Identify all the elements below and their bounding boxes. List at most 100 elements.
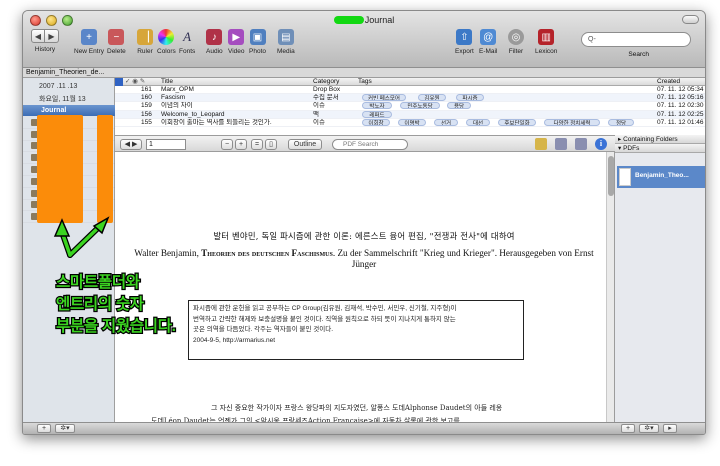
table-row[interactable]: 155 이회창이 출마는 역사를 퇴들리는 것인가. 이슈 이회창 이명박 선거… [115, 118, 705, 127]
table-row[interactable]: 160 Fascism 수집 문서 커빈 페스모어 김유원 파시즘 07. 11… [115, 94, 705, 103]
tag[interactable]: 커빈 페스모어 [362, 94, 406, 102]
sidebar-date[interactable]: 2007 .11 .13 [39, 83, 77, 90]
new-entry-icon: + [80, 29, 97, 45]
containing-folders-header[interactable]: ▸ Containing Folders [615, 135, 705, 144]
history-button[interactable]: ◀ ▶ History [31, 29, 59, 65]
export-icon: ⇧ [456, 29, 473, 45]
toolbar-toggle-button[interactable] [682, 15, 699, 24]
tag[interactable]: 용당 [447, 102, 471, 110]
pdf-search-input[interactable]: PDF Search [332, 139, 408, 150]
table-row[interactable]: 156 Welcome_to_Leopard 맥 레퍼드 07. 11. 12 … [115, 110, 705, 119]
sidebar: 2007 .11 .13 화요일, 11월 13 Journal [23, 78, 115, 424]
col-category[interactable]: Category [313, 78, 339, 86]
document-toolbar: ◀ ▶ 1 − + = ▯ Outline PDF Search i [115, 135, 615, 152]
annotate-icon[interactable] [535, 138, 547, 150]
search-label: Search [628, 51, 649, 58]
tag[interactable]: 정당 [608, 118, 634, 126]
export-button[interactable]: ⇧ Export [455, 29, 474, 65]
actual-size-button[interactable]: = [251, 139, 263, 150]
tag[interactable]: 민주노동당 [400, 102, 440, 110]
tag[interactable]: 박노자 [362, 102, 392, 110]
zoom-in-button[interactable]: + [235, 139, 247, 150]
redaction-block-folders [37, 115, 83, 223]
info-icon[interactable]: i [595, 138, 607, 150]
colors-button[interactable]: Colors [157, 29, 176, 65]
window-title: Journal [23, 15, 705, 25]
tag[interactable]: 대선 [466, 118, 490, 126]
col-tags[interactable]: Tags [358, 78, 372, 86]
page-nav-buttons[interactable]: ◀ ▶ [120, 139, 142, 150]
inspector-action-menu[interactable]: ✲▾ [639, 424, 659, 433]
tag[interactable]: 레퍼드 [362, 110, 392, 118]
color-wheel-icon [158, 29, 175, 45]
forward-arrow-icon[interactable]: ▶ [45, 29, 59, 43]
search-input[interactable]: Q- [581, 32, 691, 47]
document-scrollbar[interactable] [606, 152, 614, 424]
sidebar-action-menu[interactable]: ✲▾ [55, 424, 75, 433]
document-heading-german: Walter Benjamin, Theorien des deutschen … [134, 248, 594, 269]
redaction-block-counts [97, 115, 113, 223]
tag[interactable]: 이명박 [398, 118, 426, 126]
document-heading-korean: 발터 벤야민, 독일 파시즘에 관한 이론: 에른스트 융어 편집, "전쟁과 … [213, 231, 515, 241]
back-arrow-icon[interactable]: ◀ [31, 29, 45, 43]
delete-button[interactable]: − Delete [107, 29, 126, 65]
video-icon: ▶ [228, 29, 245, 45]
tag[interactable]: 파시즘 [456, 94, 484, 102]
history-arrows[interactable]: ◀ ▶ [31, 29, 59, 43]
split-view-icon[interactable] [575, 138, 587, 150]
tag[interactable]: 이회창 [362, 118, 390, 126]
document-body-text: 그 자신 중요한 작가이자 프랑스 왕당파의 지도자였던, 알퐁스 도데Alph… [151, 404, 503, 424]
ruler-icon: ▕ [137, 29, 153, 45]
toggle-inspector-button[interactable]: ▸ [663, 424, 677, 433]
journal-window: Journal ◀ ▶ History + New Entry − Delete … [22, 10, 706, 435]
filter-icon: ◎ [508, 29, 524, 45]
pdf-thumbnail-icon [619, 168, 631, 186]
pdf-list-item[interactable]: Benjamin_Theo... [617, 166, 705, 188]
zoom-out-button[interactable]: − [221, 139, 233, 150]
filter-button[interactable]: ◎ Filter [508, 29, 524, 65]
toolbar: Journal ◀ ▶ History + New Entry − Delete … [23, 11, 705, 68]
fonts-icon: A [183, 29, 192, 44]
add-attachment-button[interactable]: + [621, 424, 635, 433]
outline-button[interactable]: Outline [288, 139, 322, 150]
lexicon-icon: ▥ [538, 29, 555, 45]
email-icon: @ [480, 29, 497, 45]
tag[interactable]: 선거 [434, 118, 458, 126]
tag[interactable]: 다양한 정치세력 [544, 118, 600, 126]
col-created[interactable]: Created [657, 78, 680, 86]
annotation-text: 스마트폴더와 엔트리의 숫자 부분을 지웠습니다. [55, 273, 177, 337]
col-title[interactable]: Title [161, 78, 173, 86]
lexicon-button[interactable]: ▥ Lexicon [535, 29, 557, 65]
new-entry-button[interactable]: + New Entry [74, 29, 104, 65]
inspector-panel: ▸ Containing Folders ▾ PDFs Benjamin_The… [615, 135, 705, 424]
photo-button[interactable]: ▣ Photo [249, 29, 266, 65]
add-folder-button[interactable]: + [37, 424, 51, 433]
media-button[interactable]: ▤ Media [277, 29, 295, 65]
ruler-button[interactable]: ▕ Ruler [137, 29, 153, 65]
media-icon: ▤ [277, 29, 294, 45]
attachment-col-icon[interactable]: ✓ ◉ ✎ [125, 78, 145, 86]
table-header: ✓ ◉ ✎ Title Category Tags Created [115, 78, 705, 86]
attach-icon[interactable] [555, 138, 567, 150]
photo-icon: ▣ [249, 29, 266, 45]
table-row[interactable]: 159 이념의 차이 이슈 박노자 민주노동당 용당 07. 11. 12 02… [115, 102, 705, 111]
email-button[interactable]: @ E-Mail [479, 29, 497, 65]
video-button[interactable]: ▶ Video [228, 29, 245, 65]
audio-icon: ♪ [206, 29, 223, 45]
fonts-button[interactable]: A Fonts [179, 29, 195, 65]
table-row[interactable]: 161 Marx_OPM Drop Box 07. 11. 12 05:34 [115, 86, 705, 95]
pdfs-header[interactable]: ▾ PDFs [615, 144, 705, 153]
scroll-thumb[interactable] [608, 156, 614, 196]
sidebar-weekday: 화요일, 11월 13 [39, 96, 86, 103]
entry-table: ✓ ◉ ✎ Title Category Tags Created 161 Ma… [115, 78, 705, 135]
sort-indicator-icon[interactable] [115, 78, 123, 86]
path-bar: Benjamin_Theorien_de... [23, 68, 705, 78]
audio-button[interactable]: ♪ Audio [206, 29, 223, 65]
page-number-field[interactable]: 1 [146, 139, 186, 150]
tag[interactable]: 후보단일화 [498, 118, 536, 126]
pdf-document-view[interactable]: 발터 벤야민, 독일 파시즘에 관한 이론: 에른스트 융어 편집, "전쟁과 … [115, 152, 615, 424]
tag[interactable]: 김유원 [418, 94, 446, 102]
delete-icon: − [108, 29, 125, 45]
display-mode-button[interactable]: ▯ [265, 139, 277, 150]
bottom-bar: + ✲▾ + ✲▾ ▸ [23, 422, 705, 434]
